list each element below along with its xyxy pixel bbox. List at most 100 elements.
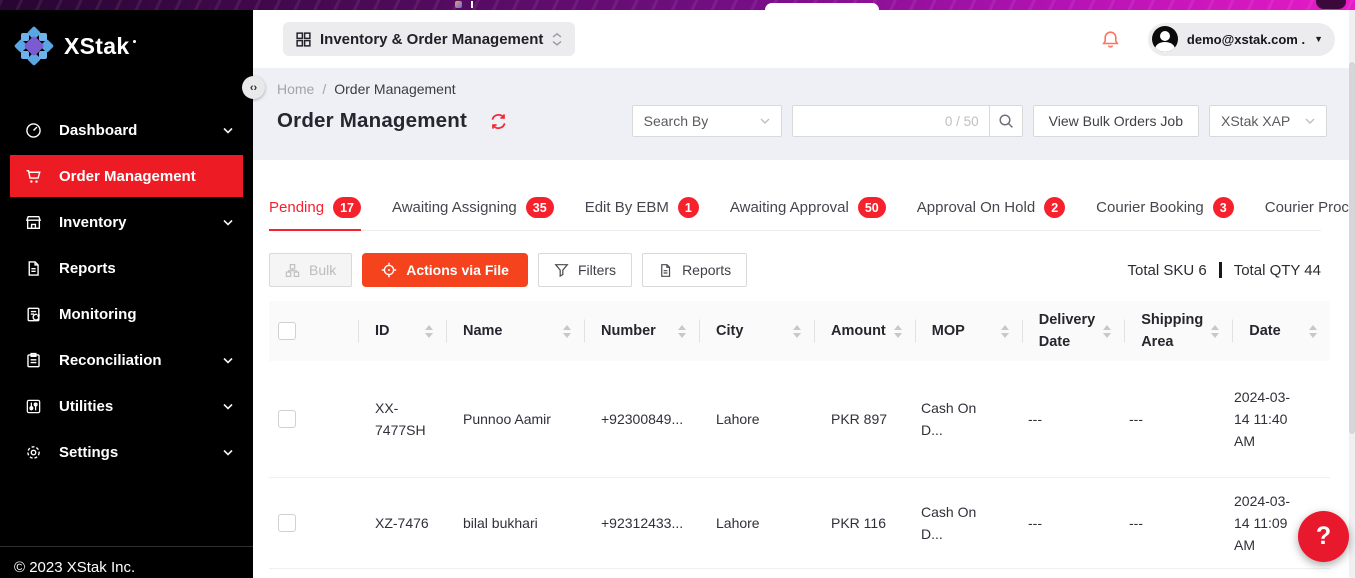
table-row[interactable]: XX-7477SH Punnoo Aamir +92300849... Laho… [269,361,1330,478]
help-button[interactable]: ? [1298,511,1349,562]
column-header-number[interactable]: Number [585,320,700,342]
sort-icons [1301,325,1317,338]
cluster-icon [285,263,300,278]
xstak-logo[interactable]: XStak [0,10,253,66]
grid-apps-icon [296,32,311,47]
browser-tab-notch [765,3,879,10]
bulk-button[interactable]: Bulk [269,253,352,287]
sidebar-item-monitoring[interactable]: Monitoring [0,291,253,337]
strip-texture [0,0,1355,10]
cell-delivery-date: --- [1012,408,1113,430]
sidebar-item-label: Monitoring [59,306,136,323]
browser-text-cursor [471,1,473,8]
search-by-select[interactable]: Search By [632,105,782,137]
cell-shipping-area: --- [1113,512,1218,534]
breadcrumb-separator: / [322,81,326,97]
tab-pending[interactable]: Pending 17 [269,185,361,230]
main-area: Inventory & Order Management demo@xstak.… [253,10,1349,578]
filters-button-label: Filters [578,262,616,278]
header-right: demo@xstak.com . ▼ [1101,23,1335,56]
sort-icons [1095,325,1111,338]
column-header-shipping-area[interactable]: Shipping Area [1125,309,1233,353]
app-switcher-label: Inventory & Order Management [320,31,543,48]
sidebar-item-reconciliation[interactable]: Reconciliation [0,337,253,383]
sidebar-item-label: Reports [59,260,116,277]
scrollbar-thumb[interactable] [1349,62,1355,434]
tab-label: Edit By EBM [585,199,669,216]
tab-label: Awaiting Approval [730,199,849,216]
tab-edit-by-ebm[interactable]: Edit By EBM 1 [585,185,699,230]
chevron-down-icon [223,403,233,410]
select-all-checkbox[interactable] [278,322,296,340]
sort-icons [555,325,571,338]
actions-via-file-label: Actions via File [406,262,509,278]
sidebar-item-order-management[interactable]: Order Management [10,155,243,197]
chevron-down-icon [223,127,233,134]
cell-id: XX-7477SH [359,397,447,441]
column-header-name[interactable]: Name [447,320,585,342]
search-icon [998,113,1014,129]
column-header-amount[interactable]: Amount [815,320,916,342]
bulk-button-label: Bulk [309,262,336,278]
reports-button[interactable]: Reports [642,253,747,287]
filter-funnel-icon [554,263,569,278]
tab-count-badge: 1 [678,197,699,218]
report-file-icon [25,260,42,277]
column-header-delivery-date[interactable]: Delivery Date [1023,309,1125,353]
tab-approval-on-hold[interactable]: Approval On Hold 2 [917,185,1065,230]
cell-name: Punnoo Aamir [447,408,585,430]
search-button[interactable] [989,105,1023,137]
account-caret-icon: ▼ [1314,34,1323,44]
browser-favicon [455,1,462,8]
cell-mop: Cash On D... [905,501,1012,545]
sidebar-item-reports[interactable]: Reports [0,245,253,291]
column-header-id[interactable]: ID [359,320,447,342]
sort-icons [417,325,433,338]
xstak-xap-select[interactable]: XStak XAP [1209,105,1327,137]
tab-courier-processing[interactable]: Courier Processing [1265,185,1355,230]
total-sku: Total SKU 6 [1128,262,1207,279]
search-input[interactable] [803,112,945,130]
view-bulk-orders-job-button[interactable]: View Bulk Orders Job [1033,105,1199,137]
tab-awaiting-assigning[interactable]: Awaiting Assigning 35 [392,185,554,230]
tab-courier-booking[interactable]: Courier Booking 3 [1096,185,1234,230]
sidebar-item-settings[interactable]: Settings [0,429,253,475]
sidebar-item-dashboard[interactable]: Dashboard [0,107,253,153]
sidebar-item-label: Dashboard [59,122,137,139]
cell-number: +92300849... [585,408,700,430]
cell-name: bilal bukhari [447,512,585,534]
app-switcher[interactable]: Inventory & Order Management [283,22,575,56]
search-controls: Search By 0 / 50 [632,105,1327,137]
breadcrumb-home[interactable]: Home [277,81,314,97]
column-header-mop[interactable]: MOP [916,320,1023,342]
sidebar-item-inventory[interactable]: Inventory [0,199,253,245]
chevron-down-icon [1297,118,1315,125]
table-row[interactable]: XZ-7476 bilal bukhari +92312433... Lahor… [269,478,1330,569]
column-header-date[interactable]: Date [1233,320,1345,342]
sidebar-item-label: Order Management [59,168,196,185]
refresh-icon[interactable] [489,112,508,131]
sidebar-item-utilities[interactable]: Utilities [0,383,253,429]
tab-awaiting-approval[interactable]: Awaiting Approval 50 [730,185,886,230]
cell-shipping-area: --- [1113,408,1218,430]
chevron-down-icon [223,357,233,364]
sidebar-item-label: Inventory [59,214,127,231]
page-scrollbar[interactable] [1349,10,1355,578]
tab-count-badge: 2 [1044,197,1065,218]
select-all-cell [269,322,359,340]
title-row: Order Management Search By [277,105,1327,137]
breadcrumb: Home / Order Management [277,68,1327,97]
browser-top-strip [0,0,1355,10]
tab-count-badge: 50 [858,197,886,218]
sort-icons [993,325,1009,338]
sliders-icon [25,398,42,415]
totals-divider [1219,262,1222,278]
row-checkbox[interactable] [278,410,296,428]
actions-via-file-button[interactable]: Actions via File [362,253,528,287]
account-menu[interactable]: demo@xstak.com . ▼ [1148,23,1335,56]
column-header-city[interactable]: City [700,320,815,342]
filters-button[interactable]: Filters [538,253,632,287]
sidebar-collapse-toggle[interactable]: ‹› [242,76,265,99]
row-checkbox[interactable] [278,514,296,532]
notification-bell-icon[interactable] [1101,30,1120,49]
